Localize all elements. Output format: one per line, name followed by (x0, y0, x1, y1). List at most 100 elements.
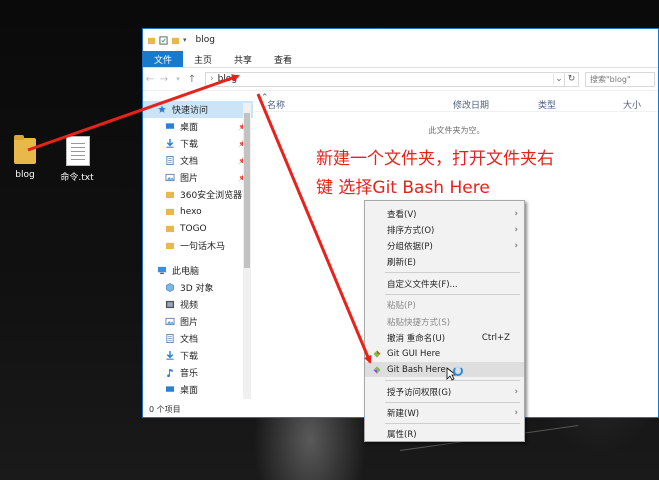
nav-item-downloads[interactable]: 下载 (143, 347, 253, 364)
nav-label: 一句话木马 (180, 242, 226, 252)
menu-separator (385, 402, 520, 403)
menu-item-refresh[interactable]: 刷新(E) (365, 254, 524, 269)
nav-item-desktop[interactable]: 桌面📌 (143, 118, 253, 135)
column-type[interactable]: 类型 (538, 98, 556, 111)
navigation-pane: 快速访问 桌面📌 下载📌 文档📌 图片📌 360安全浏览器下 hexo (143, 101, 253, 401)
search-input[interactable]: 搜索"blog" (585, 71, 655, 87)
menu-item-view[interactable]: 查看(V) › (365, 206, 524, 221)
nav-item-pictures[interactable]: 图片📌 (143, 169, 253, 186)
nav-item-desktop[interactable]: 桌面 (143, 381, 253, 398)
column-name[interactable]: 名称 (267, 98, 285, 111)
menu-item-label: 粘贴快捷方式(S) (387, 317, 451, 328)
nav-item-music[interactable]: 音乐 (143, 364, 253, 381)
menu-item-customize[interactable]: 自定义文件夹(F)... (365, 276, 524, 291)
3d-objects-icon (166, 283, 174, 292)
menu-separator (385, 423, 520, 424)
address-field[interactable]: › blog ⌄ (205, 71, 565, 87)
menu-separator (385, 294, 520, 295)
nav-item-3d-objects[interactable]: 3D 对象 (143, 279, 253, 296)
download-icon (166, 139, 174, 148)
nav-label: 视频 (180, 301, 199, 311)
nav-label: 360安全浏览器下 (180, 191, 252, 201)
text-file-icon (63, 136, 91, 166)
address-dropdown-icon[interactable]: ⌄ (553, 74, 564, 84)
nav-label: 音乐 (180, 369, 199, 379)
column-size[interactable]: 大小 (623, 98, 641, 111)
menu-item-git-gui[interactable]: Git GUI Here (365, 346, 524, 361)
menu-item-give-access[interactable]: 授予访问权限(G) › (365, 384, 524, 399)
desktop-icon-label: blog (15, 170, 35, 180)
nav-item-pictures[interactable]: 图片 (143, 313, 253, 330)
chevron-right-icon: › (514, 386, 518, 397)
nav-label: TOGO (180, 223, 207, 234)
nav-item-documents[interactable]: 文档 (143, 330, 253, 347)
folder-icon (11, 135, 39, 166)
recent-locations-icon[interactable]: ▾ (171, 75, 185, 83)
breadcrumb-blog[interactable]: blog (218, 74, 237, 84)
refresh-icon[interactable]: ↻ (565, 71, 579, 87)
star-icon (158, 105, 166, 113)
breadcrumb-chevron-icon[interactable]: › (210, 74, 214, 84)
video-icon (165, 300, 175, 309)
back-arrow-icon[interactable]: ← (143, 74, 157, 85)
nav-item-folder[interactable]: 一句话木马 (143, 237, 253, 254)
forward-arrow-icon[interactable]: → (157, 74, 171, 85)
tab-file[interactable]: 文件 (143, 51, 184, 67)
menu-item-undo-rename[interactable]: 撤消 重命名(U) Ctrl+Z (365, 330, 524, 345)
nav-label: 下载 (180, 140, 199, 150)
folder-icon (165, 208, 175, 216)
tab-share[interactable]: 共享 (223, 51, 263, 67)
nav-item-downloads[interactable]: 下载📌 (143, 135, 253, 152)
menu-item-label: 粘贴(P) (387, 300, 416, 311)
nav-label: 桌面 (180, 386, 199, 396)
menu-item-label: 授予访问权限(G) (387, 387, 452, 398)
navigation-scrollbar[interactable] (243, 103, 251, 399)
loading-spinner-icon (453, 366, 463, 376)
chevron-right-icon: › (514, 240, 518, 251)
nav-this-pc[interactable]: 此电脑 (143, 262, 253, 279)
ribbon-tabs: 文件 主页 共享 查看 (143, 51, 658, 68)
folder-icon (165, 191, 175, 199)
nav-item-folder[interactable]: 360安全浏览器下 (143, 186, 253, 203)
documents-icon (166, 334, 174, 343)
menu-item-label: 属性(R) (387, 429, 417, 440)
nav-quick-access[interactable]: 快速访问 (143, 101, 253, 118)
desktop-icon (165, 123, 175, 129)
menu-item-paste[interactable]: 粘贴(P) (365, 297, 524, 312)
menu-item-label: 自定义文件夹(F)... (387, 279, 458, 290)
nav-item-folder[interactable]: hexo (143, 203, 253, 220)
new-folder-icon[interactable] (171, 36, 180, 45)
menu-item-sort[interactable]: 排序方式(O) › (365, 222, 524, 237)
desktop-icon-blog-folder[interactable]: blog (0, 135, 50, 180)
nav-item-videos[interactable]: 视频 (143, 296, 253, 313)
nav-label: 下载 (180, 352, 199, 362)
nav-label: 图片 (180, 318, 199, 328)
menu-item-group[interactable]: 分组依据(P) › (365, 238, 524, 253)
pictures-icon (165, 173, 175, 182)
scrollbar-thumb[interactable] (244, 113, 250, 268)
menu-item-properties[interactable]: 属性(R) (365, 426, 524, 441)
nav-item-documents[interactable]: 文档📌 (143, 152, 253, 169)
documents-icon (166, 156, 174, 165)
title-bar: ▾ blog (143, 29, 658, 51)
column-headers: ⌃ 名称 修改日期 类型 大小 (255, 93, 658, 112)
menu-item-paste-shortcut[interactable]: 粘贴快捷方式(S) (365, 314, 524, 329)
folder-icon (165, 225, 175, 233)
tab-view[interactable]: 查看 (263, 51, 303, 67)
menu-item-new[interactable]: 新建(W) › (365, 405, 524, 420)
desktop-icon-text-file[interactable]: 命令.txt (52, 136, 102, 183)
tab-home[interactable]: 主页 (183, 51, 223, 67)
quick-access-dropdown-icon[interactable]: ▾ (183, 36, 187, 44)
pictures-icon (165, 317, 175, 326)
up-arrow-icon[interactable]: ↑ (185, 74, 199, 85)
menu-item-label: 查看(V) (387, 209, 417, 220)
properties-icon[interactable] (159, 35, 168, 45)
chevron-right-icon: › (514, 407, 518, 418)
menu-item-git-bash[interactable]: Git Bash Here (365, 362, 524, 377)
nav-label: 文档 (180, 157, 199, 167)
git-gui-icon (373, 350, 381, 358)
tutorial-annotation: 新建一个文件夹，打开文件夹右 键 选择Git Bash Here (316, 145, 626, 203)
annotation-line: 新建一个文件夹，打开文件夹右 (316, 149, 554, 169)
column-modified[interactable]: 修改日期 (453, 98, 489, 111)
nav-item-folder[interactable]: TOGO (143, 220, 253, 237)
